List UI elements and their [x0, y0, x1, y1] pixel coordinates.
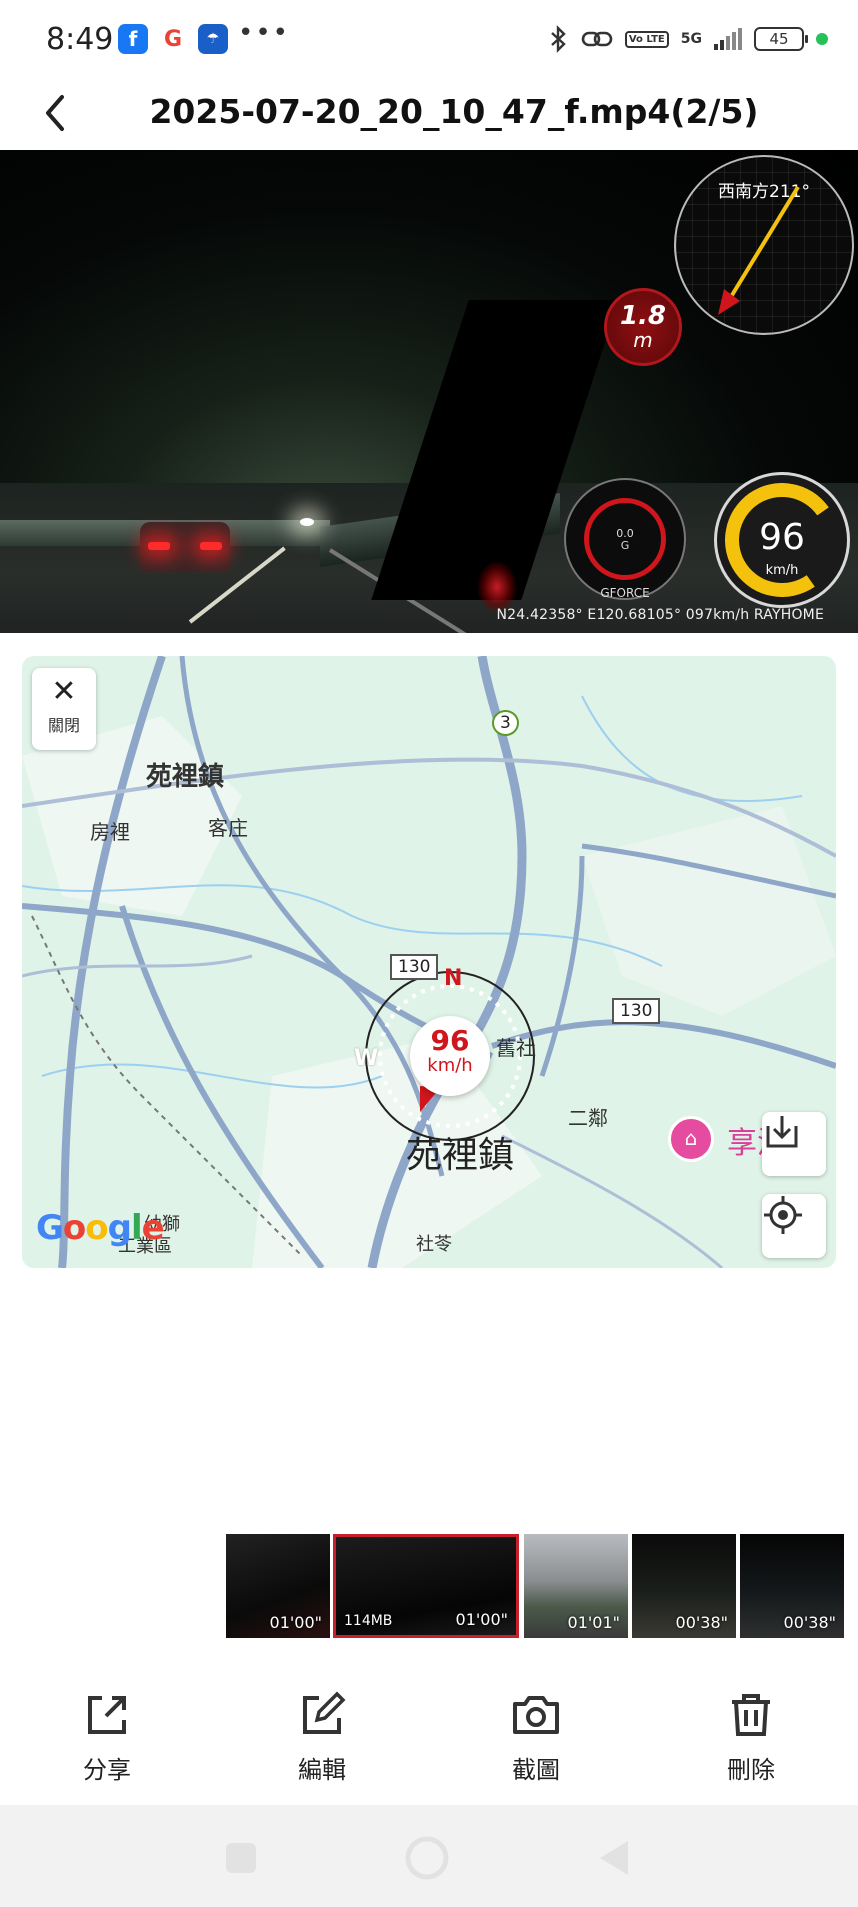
speedometer-unit: km/h — [765, 563, 799, 578]
battery-icon: 45 — [754, 27, 808, 51]
google-icon: G — [158, 24, 188, 54]
status-bar: 8:49 f G ☂ ••• Vo LTE 5G 45 — [0, 0, 858, 78]
map-label-town-top: 苑裡鎮 — [146, 762, 225, 792]
status-time: 8:49 — [46, 22, 114, 57]
network-type: 5G — [680, 31, 702, 47]
hotel-poi-icon[interactable]: ⌂ — [668, 1116, 714, 1162]
clip-duration: 00'38" — [783, 1613, 836, 1632]
page: 8:49 f G ☂ ••• Vo LTE 5G 45 2025-07-20_2… — [0, 0, 858, 1907]
map-compass-w: W — [354, 1046, 379, 1071]
back-nav-icon[interactable] — [592, 1835, 638, 1881]
bluetooth-icon — [551, 25, 566, 53]
clip-thumbnail[interactable]: 00'38" — [740, 1534, 844, 1638]
map-locate-button[interactable] — [762, 1194, 826, 1258]
altitude-unit: m — [633, 328, 653, 352]
video-title: 2025-07-20_20_10_47_f.mp4(2/5) — [149, 92, 759, 131]
map-compass-n: N — [444, 966, 463, 991]
map-close-button[interactable]: ✕ 關閉 — [32, 668, 96, 750]
route-shield-provincial: 3 — [492, 710, 519, 736]
hotspot-link-icon — [581, 31, 613, 47]
speedometer-value: 96 — [759, 517, 805, 558]
trash-icon — [732, 1694, 770, 1736]
share-label: 分享 — [83, 1756, 131, 1784]
map-speed-value: 96 — [430, 1024, 470, 1057]
screenshot-label: 截圖 — [512, 1756, 560, 1784]
share-icon — [88, 1696, 126, 1734]
map-label-erlin: 二鄰 — [568, 1106, 608, 1130]
delete-label: 刪除 — [727, 1756, 775, 1784]
title-bar: 2025-07-20_20_10_47_f.mp4(2/5) — [0, 78, 858, 150]
edit-label: 編輯 — [298, 1756, 346, 1784]
clip-duration: 01'00" — [269, 1613, 322, 1632]
map-label-kezhuang: 客庄 — [208, 816, 248, 840]
facebook-icon: f — [118, 24, 148, 54]
volte-badge: Vo LTE — [624, 30, 669, 48]
edit-icon — [303, 1691, 346, 1734]
delete-button[interactable]: 刪除 — [691, 1690, 811, 1785]
map-label-fangli: 房裡 — [90, 820, 130, 844]
gforce-gauge: 0.0 G GFORCE — [564, 478, 686, 600]
route-shield-county-left: 130 — [390, 954, 439, 980]
clip-duration: 01'00" — [455, 1610, 508, 1629]
video-taillight — [148, 542, 170, 550]
screenshot-button[interactable]: 截圖 — [476, 1690, 596, 1785]
clip-thumbnail[interactable]: 01'00" — [226, 1534, 330, 1638]
map-label-jiushe: 舊社 — [496, 1036, 536, 1060]
altitude-badge: 1.8 m — [604, 288, 682, 366]
clip-thumbnail[interactable]: 00'38" — [632, 1534, 736, 1638]
privacy-indicator-dot — [816, 33, 828, 45]
clip-size: 114MB — [344, 1613, 393, 1629]
clip-thumbnail[interactable]: 01'01" — [524, 1534, 628, 1638]
video-red-reflection — [478, 562, 516, 612]
clip-duration: 00'38" — [675, 1613, 728, 1632]
more-notifications-icon: ••• — [238, 18, 291, 48]
share-button[interactable]: 分享 — [47, 1690, 167, 1785]
edit-button[interactable]: 編輯 — [262, 1690, 382, 1785]
clip-duration: 01'01" — [567, 1613, 620, 1632]
google-map-logo: Google — [36, 1208, 165, 1248]
gforce-readout: 0.0 G — [566, 528, 684, 552]
clip-thumbnails: 01'00" 114MB 01'00" 01'01" 00'38" 00'38" — [226, 1534, 858, 1638]
action-bar: 分享 編輯 截圖 刪除 — [0, 1690, 858, 1800]
weather-icon: ☂ — [198, 24, 228, 54]
route-shield-county-right: 130 — [612, 998, 661, 1024]
system-nav-bar — [0, 1805, 858, 1907]
map-speed-unit: km/h — [427, 1055, 473, 1076]
close-icon: ✕ — [51, 674, 77, 709]
map-view[interactable]: 苑裡鎮 房裡 客庄 舊社 二鄰 苑裡鎮 社苓 幼獅 工業區 3 130 130 … — [22, 656, 836, 1268]
heading-arrow-icon — [718, 185, 800, 315]
home-icon[interactable] — [404, 1835, 450, 1881]
status-right: Vo LTE 5G 45 — [549, 24, 828, 54]
gforce-unit: G — [620, 539, 630, 552]
video-taillight — [200, 542, 222, 550]
video-distant-light — [300, 518, 314, 526]
map-close-label: 關閉 — [47, 716, 80, 735]
download-icon — [766, 1116, 798, 1148]
compass-hud: 西南方211° — [674, 155, 854, 335]
map-download-button[interactable] — [762, 1112, 826, 1176]
map-speed-marker: 96 km/h — [410, 1016, 490, 1096]
altitude-value: 1.8 — [619, 301, 667, 331]
map-label-town-bottom: 苑裡鎮 — [406, 1135, 515, 1176]
locate-icon — [764, 1196, 802, 1234]
gforce-label: GFORCE — [600, 586, 650, 600]
back-button[interactable] — [30, 88, 80, 138]
gps-overlay-text: N24.42358° E120.68105° 097km/h RAYHOME — [496, 607, 824, 623]
speedometer: 96 km/h — [714, 472, 850, 608]
chevron-left-icon — [46, 95, 64, 131]
recent-apps-icon[interactable] — [218, 1835, 264, 1881]
video-player[interactable]: 西南方211° 1.8 m 0.0 G GFORCE 96 km/h N24.4… — [0, 150, 858, 633]
signal-icon — [714, 28, 742, 50]
camera-icon — [513, 1696, 559, 1734]
clip-thumbnail-selected[interactable]: 114MB 01'00" — [333, 1534, 519, 1638]
map-label-shecang: 社苓 — [416, 1234, 452, 1255]
